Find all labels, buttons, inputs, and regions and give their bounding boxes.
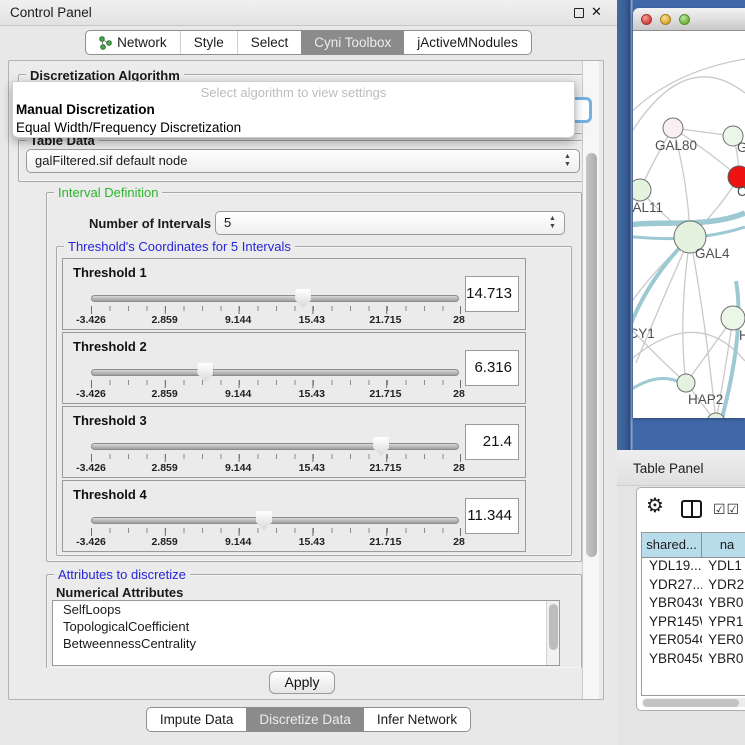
control-panel: Control Panel ✕ Network Style Select Cyn… [0,0,617,745]
apply-button[interactable]: Apply [269,671,335,694]
thresholds-title: Threshold's Coordinates for 5 Intervals [64,239,295,254]
float-window-icon[interactable] [574,8,584,18]
tab-infer-network[interactable]: Infer Network [364,708,470,731]
column-header-shared-name[interactable]: shared... [642,533,702,557]
algorithm-dropdown-popup: Select algorithm to view settings Manual… [12,81,575,138]
gear-icon[interactable]: ⚙ [646,493,664,518]
tab-select[interactable]: Select [237,31,302,54]
node-gal11[interactable] [633,179,651,201]
number-of-intervals-label: Number of Intervals [85,216,215,231]
attributes-title: Attributes to discretize [54,567,190,582]
tab-discretize-data[interactable]: Discretize Data [246,708,364,731]
columns-icon[interactable] [681,500,702,518]
stepper-icon: ▲▼ [548,215,557,231]
interval-definition-title: Interval Definition [54,185,162,200]
node-partial-h[interactable] [721,306,745,330]
node-label: GAL4 [695,246,730,261]
network-graph: GAL80 G C GAL11 GAL4 GCY1 H HAP2 [633,31,745,418]
list-scrollbar[interactable] [546,601,559,665]
threshold-1-slider[interactable] [91,295,459,302]
option-manual-discretization[interactable]: Manual Discretization [16,102,155,117]
numerical-attributes-label: Numerical Attributes [52,585,187,600]
close-traffic-light[interactable] [641,14,652,25]
node-label: GAL11 [633,200,663,215]
threshold-2-value[interactable]: 6.316 [465,350,519,386]
list-item[interactable]: TopologicalCoefficient [53,618,559,635]
control-panel-titlebar: Control Panel ✕ [0,0,617,26]
bottom-tab-bar: Impute Data Discretize Data Infer Networ… [0,703,617,732]
table-panel: Table Panel ⚙ ☑☑ shared... na YDL19...YD… [617,450,745,745]
panel-title: Control Panel [10,5,92,20]
node-label: G [737,140,745,155]
table-row[interactable]: YER054CYER0 [642,632,745,651]
node-label: GCY1 [633,326,655,341]
table-row[interactable]: YDR27...YDR2 [642,577,745,596]
tab-impute-data[interactable]: Impute Data [147,708,247,731]
list-item[interactable]: SelfLoops [53,601,559,618]
table-row[interactable]: YBL079WYBL0 [642,670,745,671]
table-row[interactable]: YBR043CYBR0 [642,595,745,614]
threshold-3-slider[interactable] [91,443,459,450]
close-icon[interactable]: ✕ [591,4,602,20]
table-row[interactable]: YPR145WYPR1 [642,614,745,633]
scrollbar-thumb[interactable] [643,699,739,707]
node-label: H [739,328,745,343]
table-row[interactable]: YBR045CYBR0 [642,651,745,670]
scrollbar-thumb[interactable] [586,153,597,557]
threshold-3-panel: Threshold 3 -3.4262.8599.144 15.4321.715… [62,406,526,478]
threshold-4-value[interactable]: 11.344 [465,498,519,534]
threshold-2-panel: Threshold 2 -3.4262.8599.144 15.4321.715… [62,332,526,404]
network-view-window: GAL80 G C GAL11 GAL4 GCY1 H HAP2 [633,8,745,418]
table-data-combobox[interactable]: galFiltered.sif default node ▲▼ [26,149,580,173]
top-tab-bar: Network Style Select Cyni Toolbox jActiv… [0,26,617,60]
table-card: ⚙ ☑☑ shared... na YDL19...YDL1 YDR27...Y… [636,487,745,711]
threshold-4-panel: Threshold 4 -3.4262.8599.144 15.4321.715… [62,480,526,552]
table-panel-title: Table Panel [633,461,704,476]
tab-network[interactable]: Network [86,31,180,54]
tab-cyni-toolbox[interactable]: Cyni Toolbox [301,31,404,54]
checkbox-icons[interactable]: ☑☑ [713,501,740,518]
node-hap2[interactable] [677,374,695,392]
network-window-titlebar [633,8,745,31]
tab-jactivemnodules[interactable]: jActiveMNodules [404,31,531,54]
threshold-3-value[interactable]: 21.4 [465,424,519,460]
numerical-attributes-list: SelfLoops TopologicalCoefficient Between… [52,600,560,666]
table-row[interactable]: YDL19...YDL1 [642,558,745,577]
zoom-traffic-light[interactable] [679,14,690,25]
node-label: C [737,184,745,199]
threshold-4-slider[interactable] [91,517,459,524]
minimize-traffic-light[interactable] [660,14,671,25]
node-gal80[interactable] [663,118,683,138]
threshold-1-panel: Threshold 1 -3.4262.8599.144 15.4321.715… [62,258,526,330]
tab-style[interactable]: Style [180,31,237,54]
node-label: GAL80 [655,138,697,153]
option-equal-width-frequency[interactable]: Equal Width/Frequency Discretization [16,120,241,135]
network-icon [99,36,112,50]
list-item[interactable]: BetweennessCentrality [53,635,559,652]
algorithm-hint: Select algorithm to view settings [13,85,574,100]
threshold-2-slider[interactable] [91,369,459,376]
column-header-name[interactable]: na [702,533,745,557]
node-label: HAP2 [688,392,723,407]
tab-network-label: Network [117,35,167,50]
network-canvas[interactable]: GAL80 G C GAL11 GAL4 GCY1 H HAP2 [633,31,745,418]
stepper-icon: ▲▼ [563,153,572,169]
panel-scrollbar[interactable] [582,61,599,699]
threshold-1-value[interactable]: 14.713 [465,276,519,312]
number-of-intervals-combobox[interactable]: 5 ▲▼ [215,211,565,235]
table-panel-header: Table Panel [617,450,745,486]
node-attribute-table: shared... na YDL19...YDL1 YDR27...YDR2 Y… [641,532,745,696]
table-horizontal-scrollbar[interactable] [642,698,745,707]
